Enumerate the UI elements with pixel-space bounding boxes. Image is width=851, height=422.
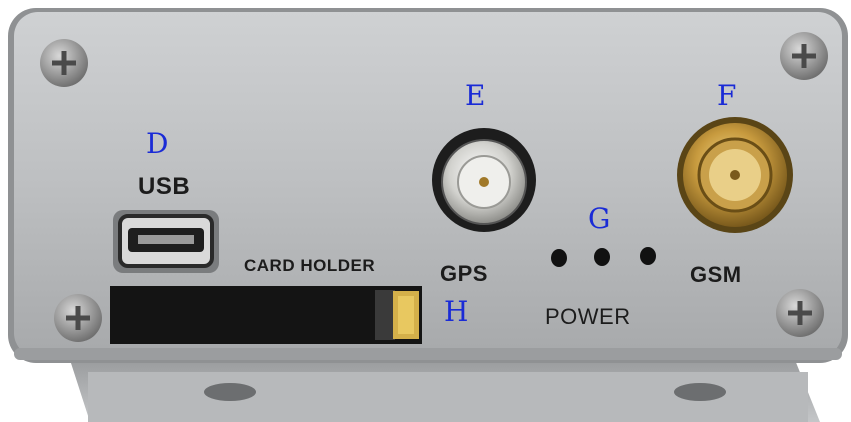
marker-e: E <box>465 79 486 112</box>
marker-d: D <box>146 127 169 160</box>
screw-top-left <box>40 39 88 87</box>
gsm-label: GSM <box>690 262 742 287</box>
mounting-bracket <box>70 360 820 422</box>
screw-top-right <box>780 32 828 80</box>
gsm-connector <box>677 117 793 233</box>
screw-bottom-right <box>776 289 824 337</box>
screw-bottom-left <box>54 294 102 342</box>
marker-f: F <box>717 79 737 112</box>
usb-label: USB <box>138 173 191 200</box>
gps-connector <box>432 128 536 232</box>
led-2 <box>594 248 610 266</box>
device-illustration <box>8 8 848 422</box>
usb-port <box>113 210 219 273</box>
marker-h: H <box>444 295 469 328</box>
power-label: POWER <box>545 304 631 329</box>
led-3 <box>640 247 656 265</box>
device-photo: USB CARD HOLDER GPS GSM POWER D E F G H <box>0 0 851 422</box>
gps-label: GPS <box>440 261 488 286</box>
card-holder-label: CARD HOLDER <box>244 256 376 275</box>
marker-g: G <box>588 202 611 235</box>
card-holder-slot <box>110 286 422 344</box>
led-1 <box>551 249 567 267</box>
